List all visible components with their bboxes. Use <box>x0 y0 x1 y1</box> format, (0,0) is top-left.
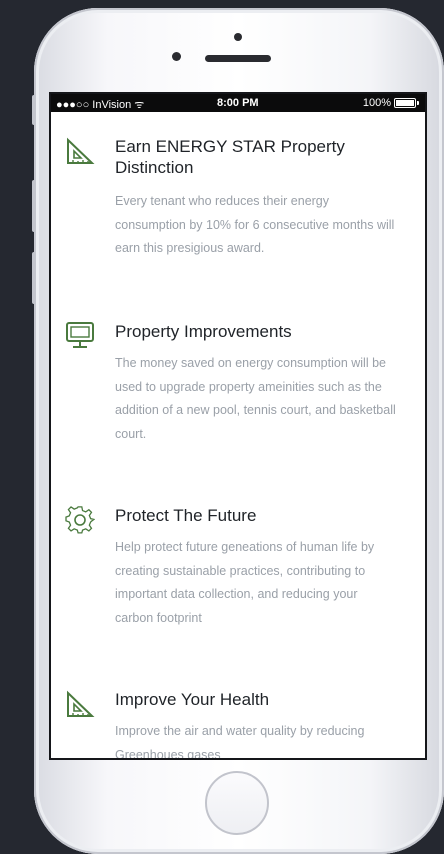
gear-icon <box>65 505 96 535</box>
set-square-icon <box>65 689 95 719</box>
monitor-icon <box>65 321 95 351</box>
feature-description: The money saved on energy consumption wi… <box>115 356 396 441</box>
volume-up-button <box>32 180 36 232</box>
feature-description: Every tenant who reduces their energy co… <box>115 194 395 255</box>
front-camera <box>172 52 181 61</box>
feature-description: Improve the air and water quality by red… <box>115 724 365 760</box>
status-bar: ●●●○○ InVision ᯤ 8:00 PM 100% <box>51 94 425 112</box>
mute-switch <box>32 95 36 125</box>
feature-title: Earn ENERGY STAR Property Distinction <box>115 137 345 177</box>
feature-description: Help protect future geneations of human … <box>115 540 375 625</box>
feature-title: Improve Your Health <box>115 690 270 709</box>
proximity-sensor <box>234 33 242 41</box>
battery-percent: 100% <box>362 97 391 109</box>
carrier-label: ●●●○○ InVision ᯤ <box>56 99 145 111</box>
feature-title: Protect The Future <box>115 506 257 525</box>
volume-down-button <box>32 252 36 304</box>
feature-list[interactable]: Earn ENERGY STAR Property Distinction Ev… <box>51 112 425 760</box>
home-button[interactable] <box>205 771 269 835</box>
feature-title: Property Improvements <box>115 322 292 341</box>
battery-indicator: 100% <box>363 97 419 109</box>
battery-icon <box>394 98 416 108</box>
battery-tip <box>417 101 419 105</box>
phone-screen: ●●●○○ InVision ᯤ 8:00 PM 100% Earn ENERG… <box>49 92 427 760</box>
clock: 8:00 PM <box>217 97 259 109</box>
set-square-icon <box>65 136 95 166</box>
earpiece-speaker <box>205 55 271 62</box>
